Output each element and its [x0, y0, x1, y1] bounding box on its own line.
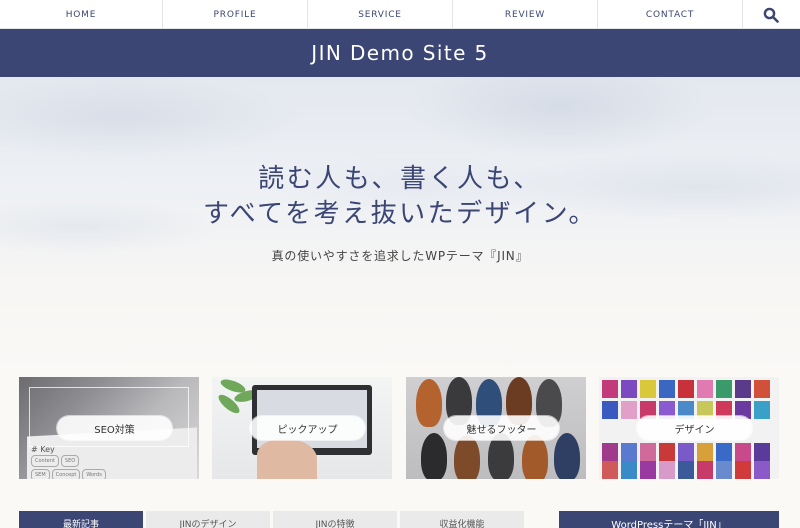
- card-label-pickup: ピックアップ: [250, 416, 365, 440]
- tie-cell: [735, 443, 751, 461]
- card-label-footer: 魅せるフッター: [444, 416, 559, 440]
- hero-headline-line1: 読む人も、書く人も、: [258, 164, 542, 194]
- nav-item-service[interactable]: SERVICE: [308, 0, 453, 29]
- tag-sem: SEM: [31, 469, 50, 479]
- nav-item-review[interactable]: REVIEW: [453, 0, 598, 29]
- tag-concept: Concept: [51, 469, 81, 479]
- tag-words: Words: [82, 469, 106, 479]
- tie-cell: [697, 461, 713, 479]
- tab-latest[interactable]: 最新記事: [19, 511, 143, 528]
- tie-cell: [678, 443, 694, 461]
- card-image-tags: # Key Content SEO SEM Concept Words: [31, 445, 108, 479]
- hand-image: [257, 439, 317, 479]
- card-label-design: デザイン: [637, 416, 752, 440]
- nav-item-profile[interactable]: PROFILE: [163, 0, 308, 29]
- card-footer[interactable]: 魅せるフッター: [406, 377, 586, 479]
- sidebar-heading: WordPressテーマ「JIN」: [559, 511, 779, 528]
- hero-headline-line2: すべてを考え抜いたデザイン。: [202, 199, 598, 229]
- tab-design[interactable]: JINのデザイン: [146, 511, 270, 528]
- tie-cell: [678, 380, 694, 398]
- tie-cell: [754, 461, 770, 479]
- tie-cell: [621, 461, 637, 479]
- tie-cell: [602, 443, 618, 461]
- tie-cell: [735, 380, 751, 398]
- tie-cell: [659, 380, 675, 398]
- tie-cell: [621, 401, 637, 419]
- shoe-image: [416, 379, 442, 427]
- tie-cell: [621, 443, 637, 461]
- tie-cell: [602, 461, 618, 479]
- nav-item-home[interactable]: HOME: [0, 0, 163, 29]
- shoe-image: [522, 435, 548, 479]
- hero-section: 読む人も、書く人も、 すべてを考え抜いたデザイン。 真の使いやすさを追求したWP…: [0, 77, 800, 377]
- hero-subtitle: 真の使いやすさを追求したWPテーマ『JIN』: [271, 249, 529, 263]
- tag-content: Content: [31, 455, 59, 467]
- card-pickup[interactable]: ピックアップ: [212, 377, 392, 479]
- tie-cell: [659, 461, 675, 479]
- tab-features[interactable]: JINの特徴: [273, 511, 397, 528]
- hero-headline: 読む人も、書く人も、 すべてを考え抜いたデザイン。: [0, 162, 800, 232]
- tie-cell: [697, 380, 713, 398]
- site-title[interactable]: JIN Demo Site 5: [311, 41, 488, 65]
- tie-cell: [640, 461, 656, 479]
- tie-cell: [678, 461, 694, 479]
- shoe-image: [454, 435, 480, 479]
- tie-cell: [640, 380, 656, 398]
- tie-cell: [716, 461, 732, 479]
- tie-cell: [697, 443, 713, 461]
- pickup-cards: # Key Content SEO SEM Concept Words SEO対策 ピ…: [0, 377, 800, 479]
- tie-cell: [659, 443, 675, 461]
- card-image-heading: # Key: [31, 445, 55, 454]
- card-design[interactable]: デザイン: [599, 377, 779, 479]
- tie-cell: [621, 380, 637, 398]
- tie-cell: [754, 380, 770, 398]
- tie-cell: [640, 443, 656, 461]
- top-nav: HOME PROFILE SERVICE REVIEW CONTACT: [0, 0, 800, 29]
- card-label-seo: SEO対策: [57, 416, 172, 440]
- tie-cell: [754, 401, 770, 419]
- tag-seo: SEO: [60, 455, 80, 467]
- search-button[interactable]: [743, 0, 799, 29]
- search-icon: [763, 7, 779, 23]
- tie-cell: [716, 380, 732, 398]
- nav-item-contact[interactable]: CONTACT: [598, 0, 743, 29]
- card-seo[interactable]: # Key Content SEO SEM Concept Words SEO対策: [19, 377, 199, 479]
- tie-cell: [602, 401, 618, 419]
- tie-cell: [754, 443, 770, 461]
- shoe-image: [554, 433, 580, 479]
- tie-cell: [602, 380, 618, 398]
- article-tabs: 最新記事 JINのデザイン JINの特徴 収益化機能: [19, 511, 528, 528]
- site-header: JIN Demo Site 5: [0, 29, 800, 77]
- tie-cell: [716, 443, 732, 461]
- shoe-image: [421, 433, 447, 479]
- tab-monetization[interactable]: 収益化機能: [400, 511, 524, 528]
- tie-cell: [735, 461, 751, 479]
